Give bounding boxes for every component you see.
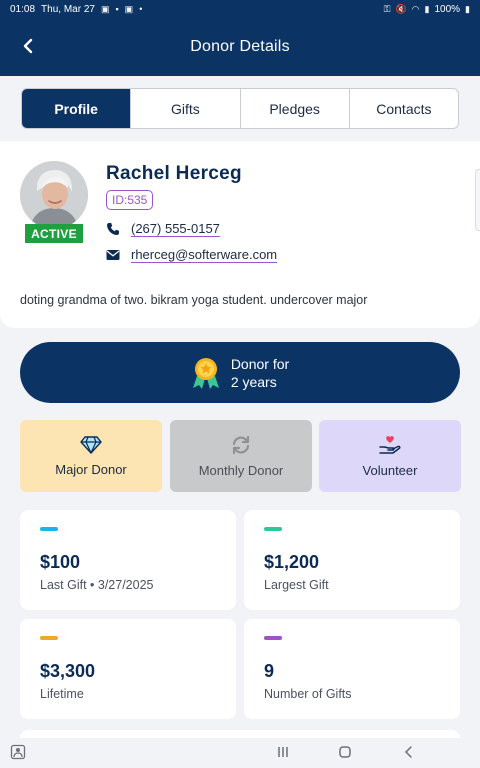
stat-label: Lifetime — [40, 687, 84, 701]
stat-label: Largest Gift — [264, 578, 329, 592]
volunteer-card[interactable]: Volunteer — [319, 420, 461, 492]
wifi-icon: ◠ — [411, 3, 420, 14]
stat-card-largest-gift: $1,200 Largest Gift — [244, 510, 460, 610]
stat-accent-bar — [40, 527, 58, 531]
stat-value: $1,200 — [264, 552, 320, 572]
donor-id-badge: ID:535 — [106, 190, 154, 210]
donor-bio: doting grandma of two. bikram yoga stude… — [20, 293, 368, 307]
envelope-icon — [106, 248, 120, 262]
back-button[interactable] — [14, 32, 42, 60]
avatar — [20, 161, 88, 229]
profile-card: ACTIVE Rachel Herceg ID:535 (267) 555-01… — [0, 141, 480, 328]
stat-accent-bar — [264, 636, 282, 640]
system-nav-bar — [0, 738, 480, 768]
avatar-photo — [20, 161, 88, 229]
tenure-line1: Donor for — [230, 355, 290, 372]
status-badge: ACTIVE — [25, 224, 83, 243]
notification-icon: ▪ — [115, 4, 119, 14]
battery-level: 100% — [434, 3, 461, 15]
donor-tenure-banner: Donor for 2 years — [20, 342, 460, 403]
volunteer-label: Volunteer — [362, 462, 418, 478]
battery-icon: ▮ — [465, 3, 470, 14]
android-icon: ▣ — [100, 3, 110, 14]
status-date: Thu, Mar 27 — [41, 3, 95, 15]
back-arrow-icon — [23, 38, 33, 54]
home-icon — [339, 746, 351, 758]
stat-value: 9 — [264, 661, 275, 681]
stat-label: Number of Gifts — [264, 687, 352, 701]
stat-value: $3,300 — [40, 661, 96, 681]
recents-button[interactable] — [276, 745, 290, 759]
stat-value: $100 — [40, 552, 81, 572]
accessibility-icon — [10, 744, 26, 760]
signal-icon: ▮ — [424, 3, 430, 14]
stat-accent-bar — [264, 527, 282, 531]
monthly-donor-label: Monthly Donor — [198, 462, 284, 478]
heart-hand-icon — [379, 435, 401, 454]
stat-card-last-gift: $100 Last Gift • 3/27/2025 — [20, 510, 236, 610]
page-title: Donor Details — [190, 38, 290, 55]
stat-card-number-of-gifts: 9 Number of Gifts — [244, 619, 460, 719]
tab-pledges[interactable]: Pledges — [241, 89, 350, 128]
android-icon: ▣ — [124, 3, 134, 14]
major-donor-label: Major Donor — [55, 461, 127, 477]
status-bar: 01:08 Thu, Mar 27 ▣ ▪ ▣ • ⚿ 🔇 ◠ ▮ 100% ▮ — [0, 0, 480, 18]
chevron-left-icon — [404, 746, 412, 758]
tab-profile[interactable]: Profile — [22, 89, 132, 128]
side-handle[interactable] — [475, 169, 480, 231]
phone-link[interactable]: (267) 555-0157 — [131, 221, 220, 236]
recents-icon — [278, 747, 288, 757]
mute-icon: 🔇 — [395, 3, 407, 14]
phone-row: (267) 555-0157 — [106, 221, 220, 236]
stat-accent-bar — [40, 636, 58, 640]
app-bar: Donor Details — [0, 18, 480, 76]
status-time: 01:08 — [10, 3, 36, 15]
stat-label: Last Gift • 3/27/2025 — [40, 578, 154, 592]
major-donor-card[interactable]: Major Donor — [20, 420, 162, 492]
phone-icon — [106, 222, 120, 236]
tab-contacts[interactable]: Contacts — [350, 89, 458, 128]
stat-card-lifetime: $3,300 Lifetime — [20, 619, 236, 719]
monthly-donor-card[interactable]: Monthly Donor — [170, 420, 312, 492]
key-icon: ⚿ — [383, 3, 391, 14]
diamond-icon — [80, 435, 102, 454]
tenure-text: Donor for 2 years — [231, 355, 289, 391]
email-row: rherceg@softerware.com — [106, 247, 277, 262]
refresh-icon — [232, 435, 250, 454]
tab-gifts[interactable]: Gifts — [131, 89, 241, 128]
tab-bar: Profile Gifts Pledges Contacts — [21, 88, 459, 129]
tenure-line2: 2 years — [230, 373, 277, 390]
dot-icon: • — [139, 4, 143, 14]
home-button[interactable] — [338, 745, 352, 759]
medal-icon — [192, 357, 219, 389]
email-link[interactable]: rherceg@softerware.com — [131, 247, 277, 262]
donor-name: Rachel Herceg — [106, 163, 242, 184]
system-back-button[interactable] — [402, 745, 416, 759]
accessibility-button[interactable] — [10, 744, 26, 760]
